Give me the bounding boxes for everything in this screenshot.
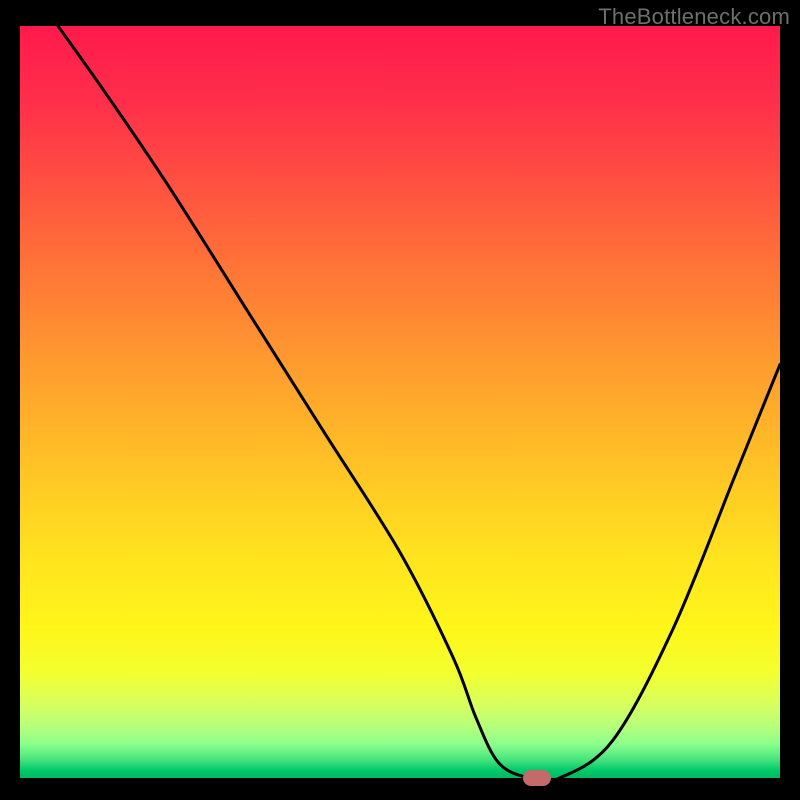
plot-area [20,26,780,778]
chart-frame: TheBottleneck.com [0,0,800,800]
curve-path [58,26,780,778]
optimum-marker [523,770,551,786]
bottleneck-curve [20,26,780,778]
watermark-text: TheBottleneck.com [598,4,790,30]
